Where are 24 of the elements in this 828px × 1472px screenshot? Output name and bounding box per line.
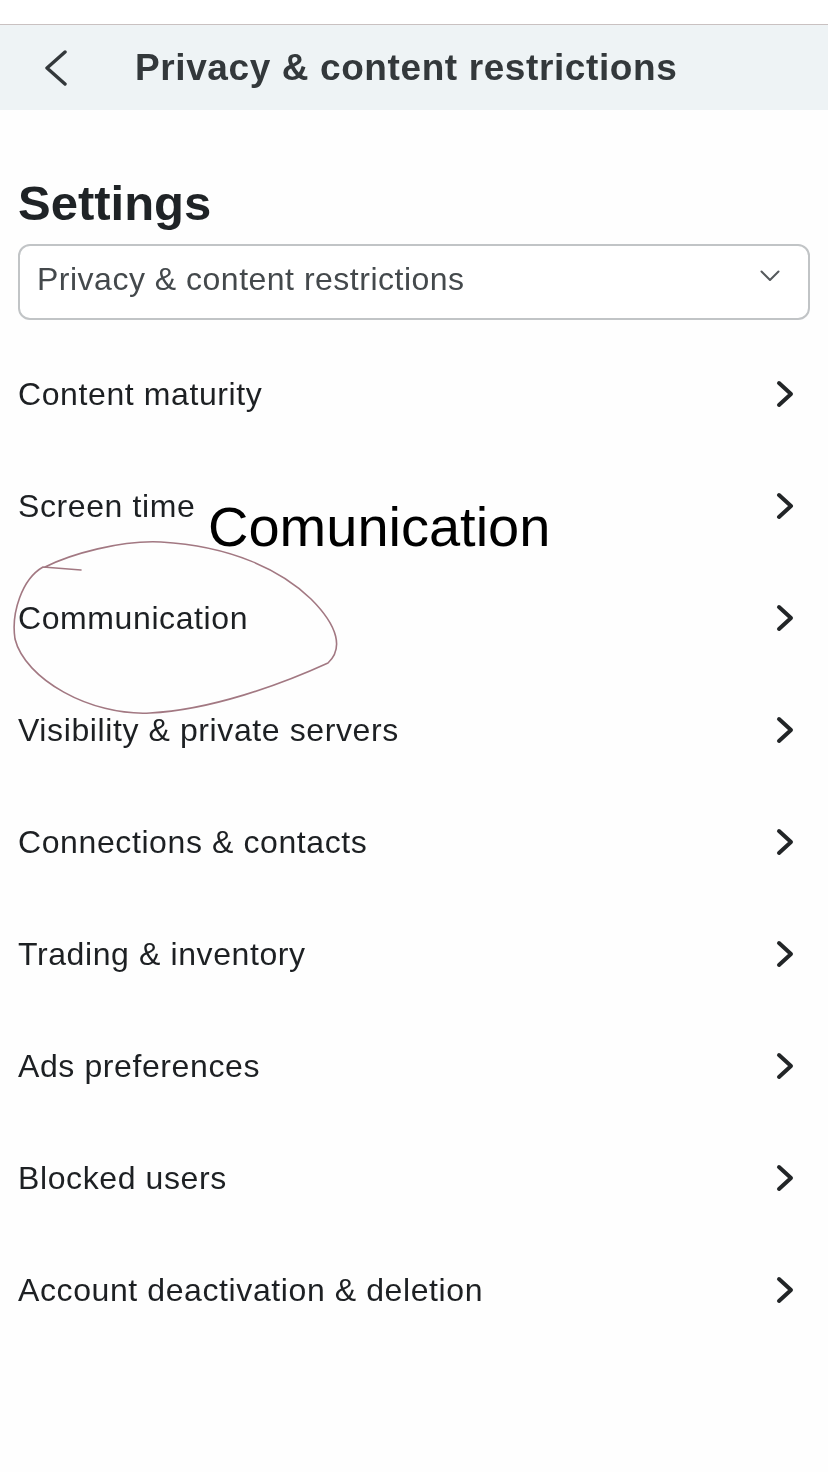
back-chevron-icon [44, 49, 68, 86]
chevron-right-icon [776, 828, 794, 856]
chevron-right-icon [776, 1052, 794, 1080]
chevron-right-icon [776, 940, 794, 968]
chevron-right-icon [776, 716, 794, 744]
chevron-right-icon [776, 1164, 794, 1192]
menu-item[interactable]: Content maturity [18, 338, 810, 450]
menu-item[interactable]: Trading & inventory [18, 898, 810, 1010]
menu-item[interactable]: Communication [18, 562, 810, 674]
annotation-text: Comunication [208, 499, 551, 555]
menu-item[interactable]: Account deactivation & deletion [18, 1234, 810, 1346]
back-button[interactable] [44, 49, 68, 86]
chevron-right-icon [776, 604, 794, 632]
header-title: Privacy & content restrictions [135, 46, 678, 89]
page-title: Settings [18, 175, 212, 232]
chevron-right-icon [776, 492, 794, 520]
caret-down-icon [760, 270, 780, 282]
chevron-right-icon [776, 380, 794, 408]
menu-item[interactable]: Visibility & private servers [18, 674, 810, 786]
chevron-right-icon [776, 1276, 794, 1304]
menu-item[interactable]: Ads preferences [18, 1010, 810, 1122]
menu-item[interactable]: Connections & contacts [18, 786, 810, 898]
section-dropdown[interactable]: Privacy & content restrictions [18, 244, 810, 320]
menu-item[interactable]: Blocked users [18, 1122, 810, 1234]
